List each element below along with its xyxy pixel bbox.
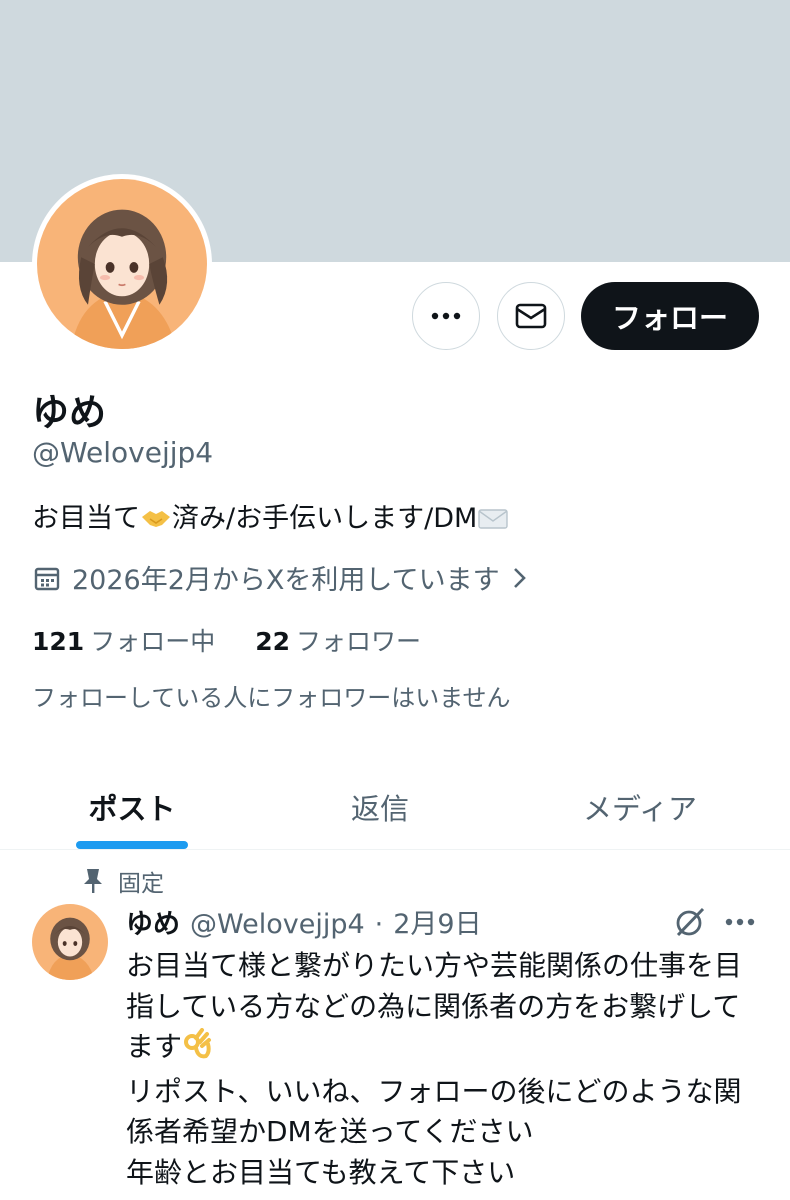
following-count: 121	[32, 627, 85, 656]
post-author-name[interactable]: ゆめ	[126, 902, 180, 941]
joined-text: 2026年2月からXを利用しています	[72, 565, 500, 596]
chevron-right-icon	[513, 567, 526, 588]
followers-link[interactable]: 22 フォロワー	[255, 622, 421, 658]
post-line-text: ます	[126, 1030, 183, 1063]
profile-handle: @Welovejjp4	[32, 436, 214, 469]
joined-date[interactable]: 2026年2月からXを利用しています	[32, 558, 528, 597]
profile-tabs: ポスト 返信 メディア	[0, 764, 790, 850]
bio-text-start: お目当て	[32, 503, 140, 534]
post-author-handle[interactable]: @Welovejjp4	[190, 909, 365, 940]
post-line: 年齢とお目当ても教えて下さい	[126, 1155, 516, 1189]
pinned-label: 固定	[118, 871, 164, 897]
more-horizontal-icon	[431, 312, 461, 320]
envelope-icon	[515, 303, 547, 329]
bio-text-end: 済み/お手伝いします/DM	[172, 503, 478, 534]
ok-hand-emoji	[182, 1028, 212, 1072]
profile-bio: お目当て 済み/お手伝いします/DM	[32, 496, 509, 538]
handshake-emoji	[140, 505, 172, 538]
tab-media[interactable]: メディア	[540, 764, 740, 850]
follow-button[interactable]: フォロー	[581, 282, 759, 350]
more-horizontal-icon	[725, 918, 755, 926]
message-button[interactable]	[497, 282, 565, 350]
post-line-with-emoji: ます	[126, 1027, 766, 1072]
followers-you-know: フォローしている人にフォロワーはいません	[32, 684, 511, 712]
grok-icon[interactable]	[672, 904, 708, 940]
profile-name: ゆめ	[32, 391, 106, 434]
calendar-icon	[34, 567, 60, 590]
envelope-emoji	[477, 507, 509, 538]
more-options-button[interactable]	[412, 282, 480, 350]
tab-posts[interactable]: ポスト	[32, 764, 232, 850]
active-tab-indicator	[76, 841, 188, 849]
avatar-illustration-small	[32, 904, 108, 980]
followers-count: 22	[255, 627, 290, 656]
following-link[interactable]: 121 フォロー中	[32, 622, 215, 658]
post-more-button[interactable]	[720, 906, 760, 938]
avatar-illustration	[37, 179, 207, 349]
post-line: お目当て様と繋がりたい方や芸能関係の仕事を目	[126, 949, 743, 982]
post-separator: ·	[374, 909, 384, 940]
pin-icon	[84, 869, 102, 893]
profile-avatar[interactable]	[32, 174, 212, 354]
post-line: リポスト、いいね、フォローの後にどのような関	[126, 1074, 742, 1108]
post-line: 係者希望かDMを送ってください	[126, 1115, 534, 1148]
post-author-avatar[interactable]	[32, 904, 108, 980]
post-body: お目当て様と繋がりたい方や芸能関係の仕事を目 指している方などの為に関係者の方を…	[126, 946, 766, 1193]
tab-replies[interactable]: 返信	[280, 764, 480, 850]
post-date[interactable]: 2月9日	[393, 902, 481, 941]
post-line: 指している方などの為に関係者の方をお繋げして	[126, 989, 741, 1023]
post-header: ゆめ @Welovejjp4 · 2月9日	[126, 902, 482, 941]
follow-stats: 121 フォロー中 22 フォロワー	[32, 622, 421, 658]
pinned-indicator: 固定	[82, 864, 164, 898]
following-label: フォロー中	[90, 627, 216, 656]
followers-label: フォロワー	[296, 627, 422, 656]
